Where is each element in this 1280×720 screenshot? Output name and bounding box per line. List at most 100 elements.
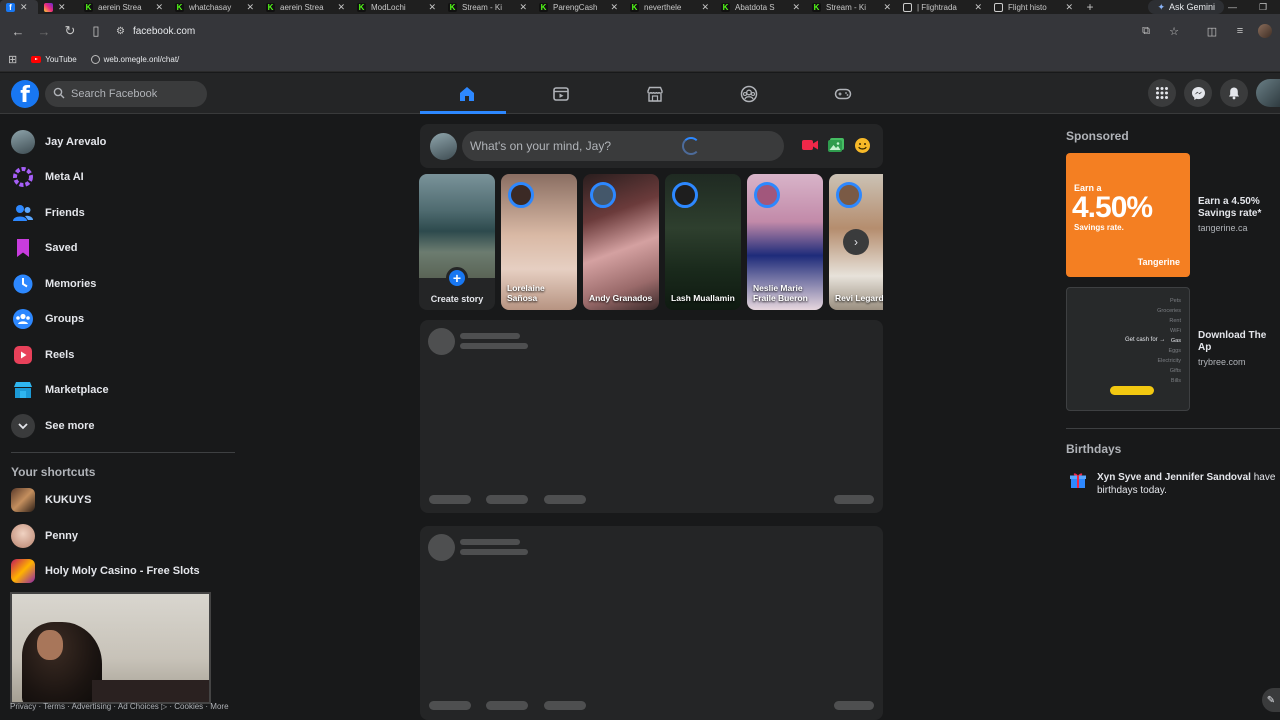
close-icon[interactable]: ✕ [974,2,982,13]
close-icon[interactable]: ✕ [155,2,163,13]
sidebar-item-label: Marketplace [45,384,109,397]
back-button[interactable]: ← [6,19,30,43]
site-info-icon[interactable]: ⚙ [116,26,125,37]
extensions-icon[interactable]: ◫ [1202,19,1222,43]
apps-grid-icon[interactable]: ⊞ [8,53,17,66]
browser-tab[interactable]: | Flightrada ✕ [897,0,988,14]
url-field[interactable]: ⚙ facebook.com [110,19,1134,43]
composer-avatar[interactable] [430,133,457,160]
close-icon[interactable]: ✕ [428,2,436,13]
browser-tab[interactable]: f ✕ [0,0,38,14]
close-icon[interactable]: ✕ [20,2,28,13]
composer-input[interactable]: What's on your mind, Jay? [462,131,784,161]
tab-gaming[interactable] [796,73,890,114]
bookmark-youtube[interactable]: YouTube [31,55,77,64]
browser-tab[interactable]: K Stream - Ki ✕ [806,0,897,14]
browser-tab[interactable]: Flight histo ✕ [988,0,1079,14]
feeling-activity-icon[interactable] [853,136,871,154]
create-story-card[interactable]: + Create story [419,174,495,310]
search-input[interactable]: Search Facebook [45,81,207,107]
sidebar-item-groups[interactable]: Groups [0,302,240,338]
account-avatar[interactable] [1256,79,1280,107]
cast-icon[interactable]: ⧉ [1136,19,1156,43]
side-panel-icon[interactable]: ▯ [84,19,108,43]
sidebar-item-reels[interactable]: Reels [0,337,240,373]
skeleton-avatar [428,534,455,561]
story-card[interactable]: Andy Granados [583,174,659,310]
shortcut-thumbnail [11,488,35,513]
story-card[interactable]: Lash Muallamin [665,174,741,310]
browser-tab[interactable]: ✕ [38,0,78,14]
media-icon[interactable]: ≡ [1230,19,1250,43]
tab-groups[interactable] [702,73,796,114]
browser-tab[interactable]: K Stream - Ki ✕ [442,0,533,14]
sponsored-ad[interactable]: Pets Groceries Rent WiFi Gas Eggs Electr… [1066,282,1280,416]
gaming-icon [834,88,852,99]
tab-marketplace[interactable] [608,73,702,114]
minimize-button[interactable]: — [1228,0,1237,14]
sidebar-item-memories[interactable]: Memories [0,266,240,302]
plus-icon: + [446,267,468,289]
sidebar-item-label: Jay Arevalo [45,135,107,148]
story-card[interactable]: Lorelaine Sañosa [501,174,577,310]
sidebar-item-friends[interactable]: Friends [0,195,240,231]
sidebar-item-see-more[interactable]: See more [0,408,240,444]
close-icon[interactable]: ✕ [246,2,254,13]
left-sidebar: Jay Arevalo Meta AI Friends Saved Memori… [0,124,240,589]
close-icon[interactable]: ✕ [792,2,800,13]
reload-button[interactable]: ↻ [58,19,82,43]
stories-next-arrow-icon[interactable]: › [843,229,869,255]
notifications-bell-icon[interactable] [1220,79,1248,107]
bookmark-omegle[interactable]: web.omegle.onl/chat/ [90,55,179,64]
sponsored-ad[interactable]: Earn a 4.50% Savings rate. Tangerine Ear… [1066,148,1280,282]
skeleton-button [834,701,874,710]
close-icon[interactable]: ✕ [58,2,66,13]
close-icon[interactable]: ✕ [701,2,709,13]
marketplace-icon [647,86,663,102]
browser-tab[interactable]: K aerein Strea ✕ [78,0,169,14]
live-video-icon[interactable] [801,136,819,154]
skeleton-button [544,495,586,504]
ask-gemini-button[interactable]: ✦ Ask Gemini [1148,0,1224,14]
tab-video[interactable] [514,73,608,114]
photo-video-icon[interactable] [827,136,845,154]
browser-tab[interactable]: K Abatdota S ✕ [715,0,806,14]
new-message-button[interactable]: ✎ [1262,688,1280,712]
facebook-logo[interactable]: f [11,80,39,108]
messenger-icon[interactable] [1184,79,1212,107]
story-card[interactable]: Neslie Marie Fraile Bueron [747,174,823,310]
close-icon[interactable]: ✕ [337,2,345,13]
search-icon [53,87,65,102]
shortcut-item[interactable]: Holy Moly Casino - Free Slots [0,554,240,590]
close-icon[interactable]: ✕ [610,2,618,13]
browser-tab[interactable]: K neverthele ✕ [624,0,715,14]
birthday-notice[interactable]: Xyn Syve and Jennifer Sandoval have birt… [1066,471,1280,497]
new-tab-button[interactable]: + [1079,0,1101,14]
sidebar-item-marketplace[interactable]: Marketplace [0,373,240,409]
sidebar-item-meta-ai[interactable]: Meta AI [0,160,240,196]
browser-tab[interactable]: K ModLochi ✕ [351,0,442,14]
bookmark-star-icon[interactable]: ☆ [1164,19,1184,43]
tab-home[interactable] [420,73,514,114]
forward-button[interactable]: → [32,19,56,43]
shortcut-item[interactable]: KUKUYS [0,483,240,519]
browser-profile-avatar[interactable] [1258,24,1272,38]
ad-title: Earn a 4.50% Savings rate* [1198,196,1262,219]
close-icon[interactable]: ✕ [519,2,527,13]
kick-icon: K [630,2,639,12]
browser-tab[interactable]: K aerein Strea ✕ [260,0,351,14]
close-icon[interactable]: ✕ [1065,2,1073,13]
post-skeleton [420,526,883,720]
sidebar-item-saved[interactable]: Saved [0,231,240,267]
sidebar-item-profile[interactable]: Jay Arevalo [0,124,240,160]
tab-label: ModLochi [371,2,406,12]
menu-grid-icon[interactable] [1148,79,1176,107]
browser-tab[interactable]: K whatchasay ✕ [169,0,260,14]
browser-tab[interactable]: K ParengCash ✕ [533,0,624,14]
kick-icon: K [84,2,93,12]
close-icon[interactable]: ✕ [883,2,891,13]
footer-links[interactable]: Privacy · Terms · Advertising · Ad Choic… [10,702,240,712]
maximize-button[interactable]: ❐ [1259,0,1267,14]
story-name: Neslie Marie Fraile Bueron [753,283,808,303]
shortcut-item[interactable]: Penny [0,518,240,554]
